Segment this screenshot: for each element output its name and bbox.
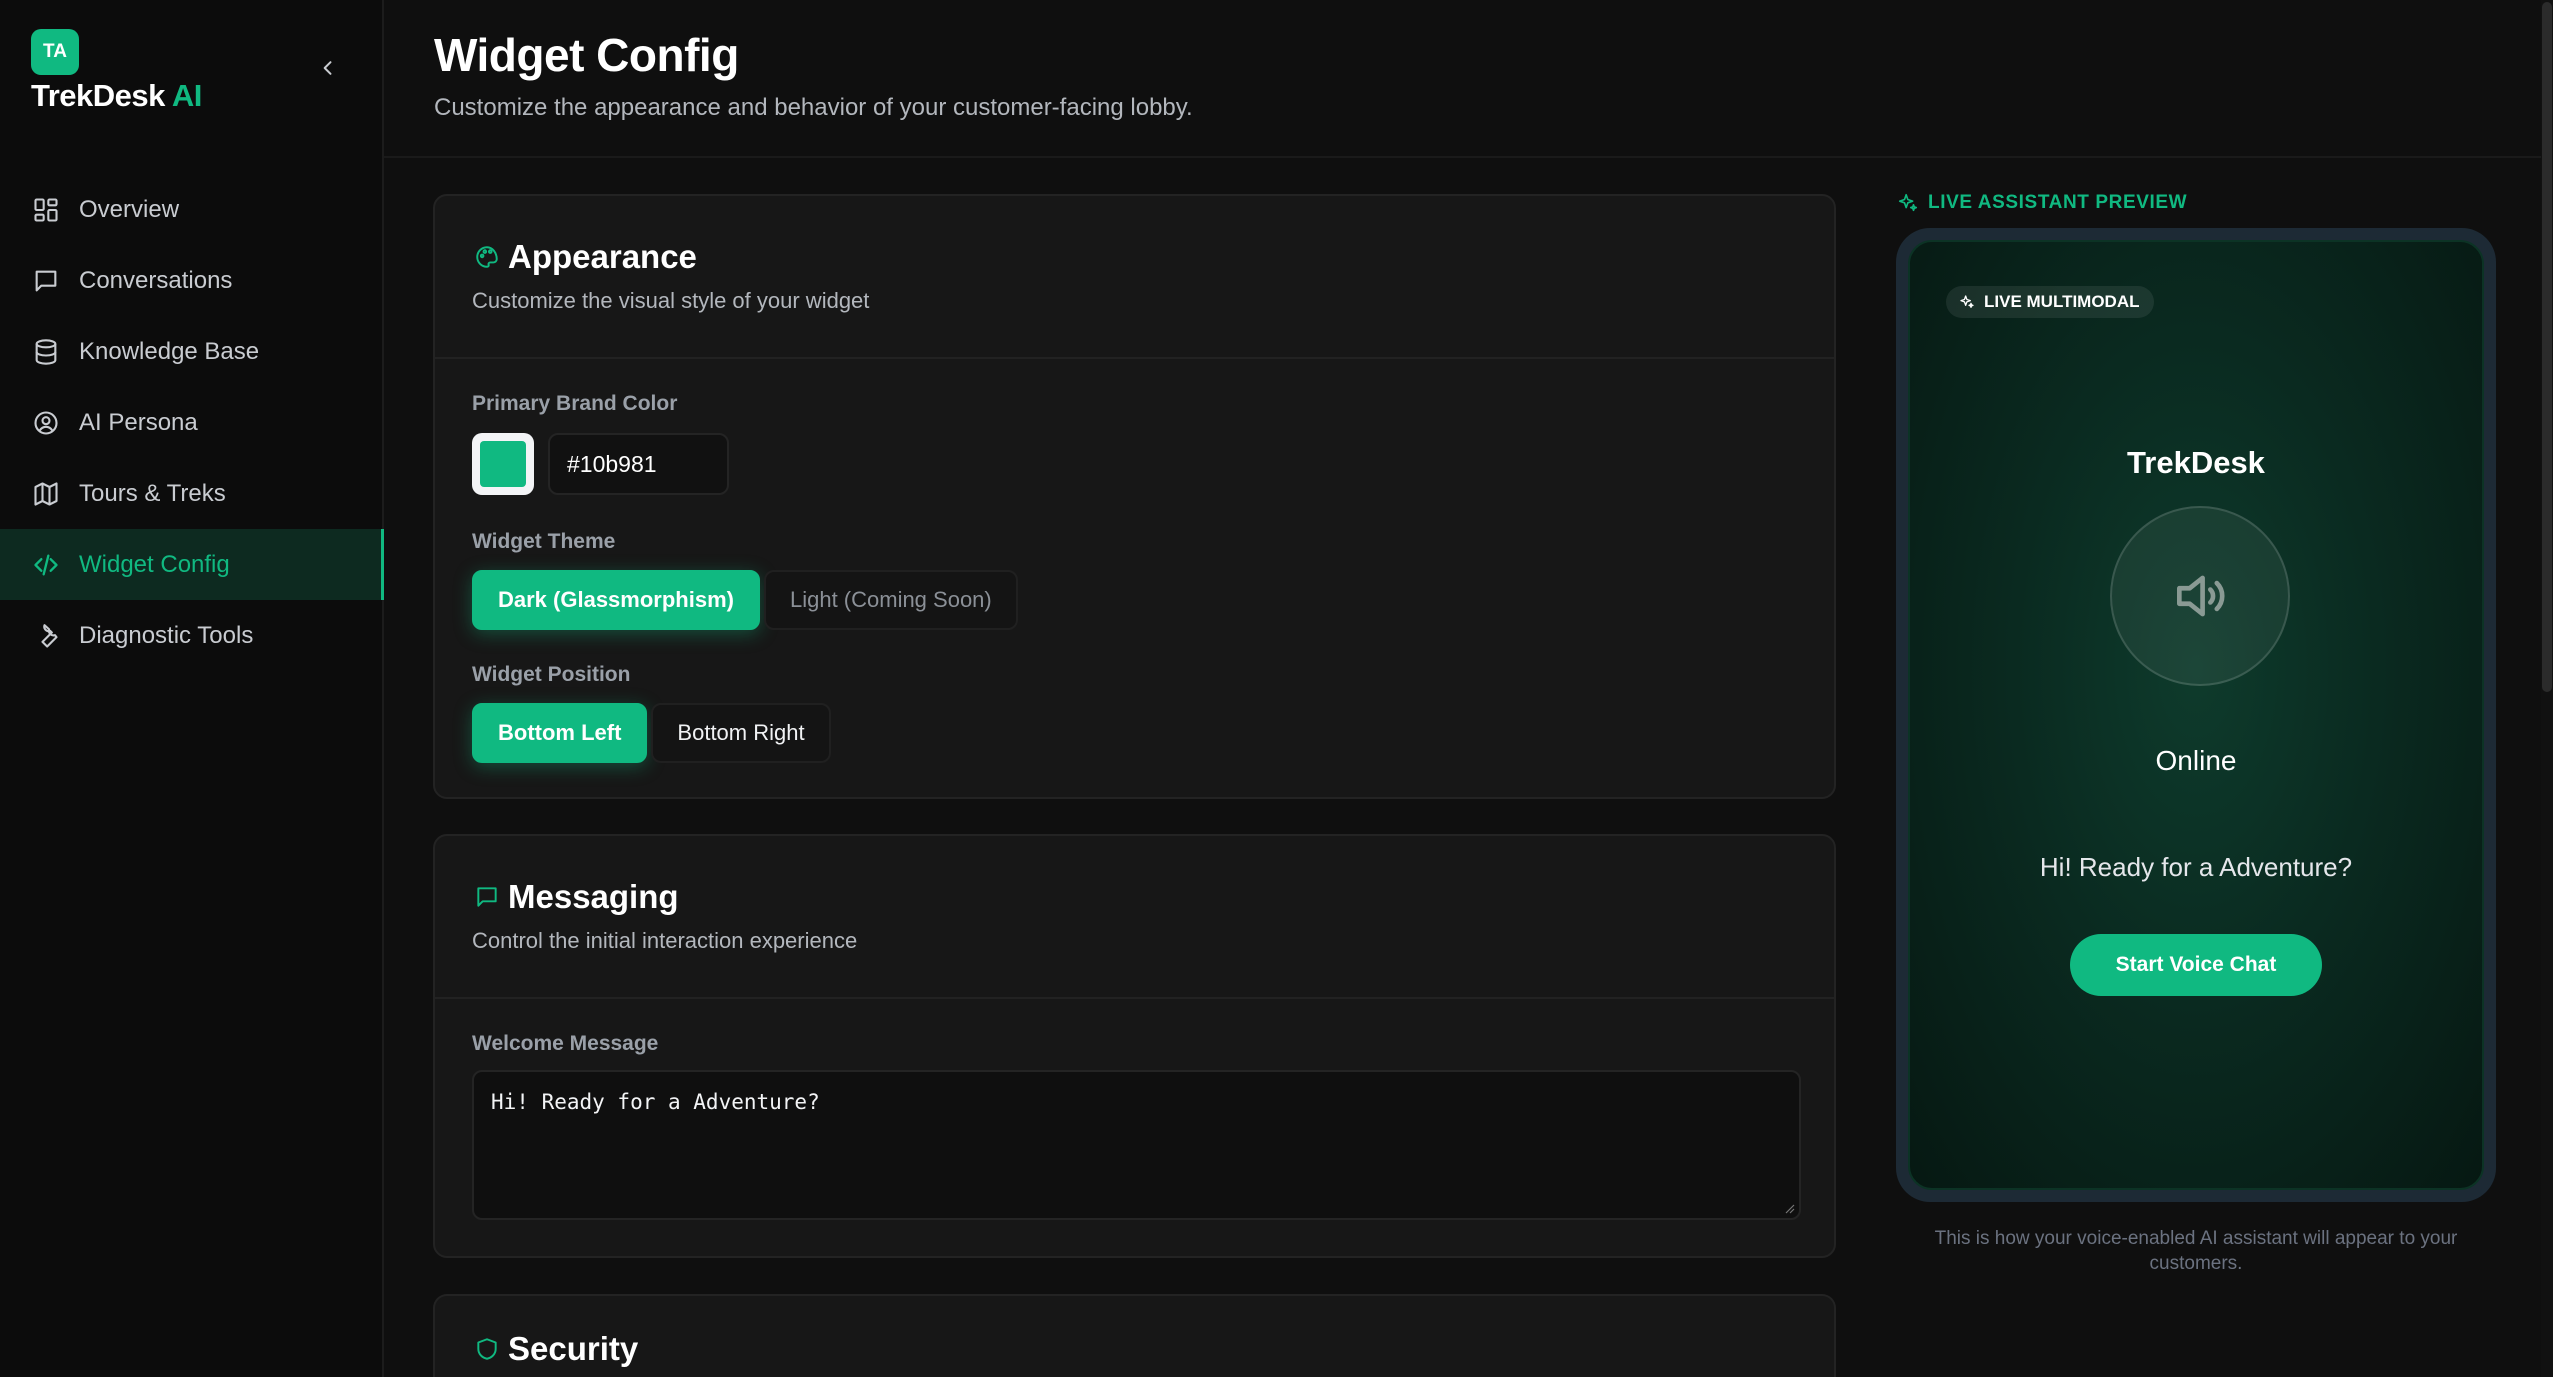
welcome-message-textarea[interactable]: Hi! Ready for a Adventure? [472,1070,1801,1220]
widget-preview-device: LIVE MULTIMODAL TrekDesk Online Hi! Read… [1896,228,2496,1202]
sparkles-icon [1958,293,1976,311]
wrench-icon [31,621,61,651]
resize-handle-icon[interactable] [1783,1202,1795,1214]
sidebar-item-widget-config[interactable]: Widget Config [0,529,384,600]
page-scrollbar-thumb[interactable] [2542,2,2552,692]
live-preview-label: LIVE ASSISTANT PREVIEW [1896,191,2187,215]
appearance-description: Customize the visual style of your widge… [472,288,870,313]
preview-welcome-message: Hi! Ready for a Adventure? [2039,852,2353,882]
sidebar-item-label: Knowledge Base [79,337,260,365]
messaging-card-header: Messaging Control the initial interactio… [435,836,1834,999]
sidebar: TA TrekDesk AI Overview Conversations Kn… [0,0,384,1377]
live-multimodal-text: LIVE MULTIMODAL [1984,292,2140,311]
widget-theme-label: Widget Theme [472,530,616,553]
page-subtitle: Customize the appearance and behavior of… [434,94,1193,121]
brand-name: TrekDesk AI [31,78,202,114]
shield-icon [472,1334,502,1364]
preview-status: Online [2155,745,2237,776]
preview-caption: This is how your voice-enabled AI assist… [1934,1228,2458,1274]
palette-icon [472,242,502,272]
position-bottom-left-button[interactable]: Bottom Left [472,703,648,763]
sidebar-item-conversations[interactable]: Conversations [0,245,384,316]
welcome-message-value: Hi! Ready for a Adventure? [491,1090,820,1114]
sparkles-icon [1896,191,1920,215]
start-voice-chat-button[interactable]: Start Voice Chat [2070,934,2322,996]
sidebar-item-label: Diagnostic Tools [79,621,254,649]
code-icon [31,550,61,580]
voice-activity-button[interactable] [2110,506,2290,686]
theme-dark-button[interactable]: Dark (Glassmorphism) [472,570,760,630]
sidebar-item-label: Widget Config [79,550,230,578]
widget-preview-screen: LIVE MULTIMODAL TrekDesk Online Hi! Read… [1908,240,2484,1190]
security-title: Security [472,1330,638,1368]
brand-name-main: TrekDesk [31,78,165,113]
appearance-card: Appearance Customize the visual style of… [433,194,1836,799]
widget-position-options: Bottom Left Bottom Right [472,703,831,763]
sidebar-item-overview[interactable]: Overview [0,174,384,245]
welcome-message-label: Welcome Message [472,1032,659,1055]
sidebar-item-label: Tours & Treks [79,479,226,507]
position-bottom-right-button[interactable]: Bottom Right [651,703,831,763]
appearance-title: Appearance [472,238,697,276]
sidebar-item-label: Overview [79,195,180,223]
preview-brand-name: TrekDesk [2127,445,2265,480]
database-icon [31,337,61,367]
messaging-card: Messaging Control the initial interactio… [433,834,1836,1258]
speaker-icon [2177,575,2225,617]
messaging-description: Control the initial interaction experien… [472,928,858,953]
user-circle-icon [31,408,61,438]
messaging-title-text: Messaging [508,878,679,915]
sidebar-item-ai-persona[interactable]: AI Persona [0,387,384,458]
security-card: Security [433,1294,1836,1377]
brand-color-label: Primary Brand Color [472,392,678,415]
live-preview-label-text: LIVE ASSISTANT PREVIEW [1928,192,2188,213]
brand-color-hex-input[interactable]: #10b981 [548,433,729,495]
sidebar-item-tours-treks[interactable]: Tours & Treks [0,458,384,529]
messaging-title: Messaging [472,878,679,916]
page-header: Widget Config Customize the appearance a… [384,0,2553,158]
message-square-icon [472,882,502,912]
live-multimodal-badge: LIVE MULTIMODAL [1946,286,2154,318]
page-title: Widget Config [434,29,739,81]
brand-color-picker[interactable] [472,433,534,495]
theme-light-button[interactable]: Light (Coming Soon) [763,570,1018,630]
sidebar-item-knowledge-base[interactable]: Knowledge Base [0,316,384,387]
brand-badge: TA [31,29,79,75]
sidebar-item-label: Conversations [79,266,233,294]
map-icon [31,479,61,509]
appearance-card-header: Appearance Customize the visual style of… [435,196,1834,359]
brand-name-accent: AI [171,78,203,113]
sidebar-item-label: AI Persona [79,408,198,436]
chat-icon [31,266,61,296]
widget-theme-options: Dark (Glassmorphism) Light (Coming Soon) [472,570,1018,630]
widget-position-label: Widget Position [472,663,631,686]
sidebar-item-diagnostic-tools[interactable]: Diagnostic Tools [0,600,384,671]
security-title-text: Security [508,1330,639,1367]
chevron-left-icon [323,61,332,75]
sidebar-nav: Overview Conversations Knowledge Base AI… [0,174,384,671]
grid-icon [31,195,61,225]
appearance-title-text: Appearance [508,238,697,275]
collapse-sidebar-button[interactable] [312,52,344,84]
brand-color-swatch [480,441,526,487]
